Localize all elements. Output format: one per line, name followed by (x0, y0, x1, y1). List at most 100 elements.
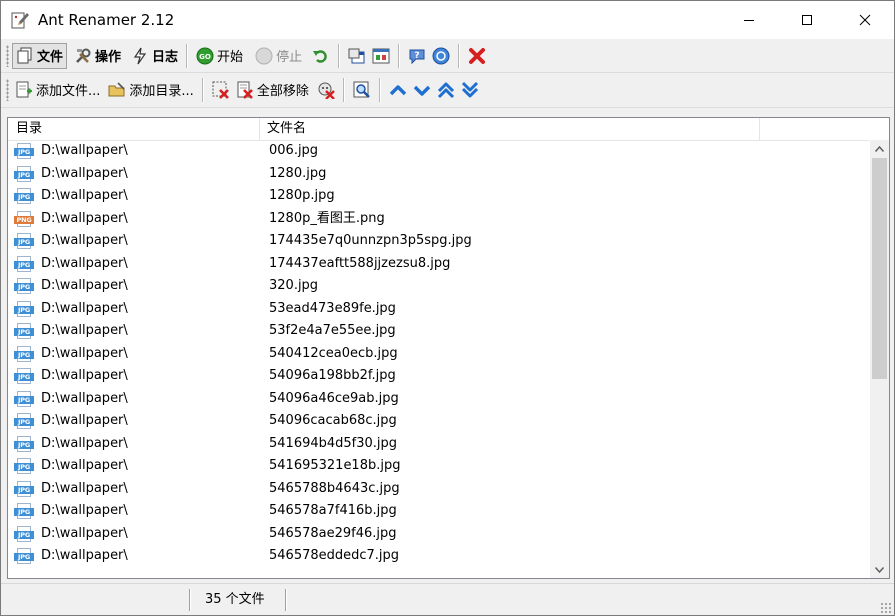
move-bottom-button[interactable] (458, 77, 482, 103)
files-icon (16, 47, 34, 65)
add-file-icon (15, 81, 33, 99)
move-top-button[interactable] (434, 77, 458, 103)
remove-all-button[interactable]: 全部移除 (233, 77, 312, 103)
table-row[interactable]: JPG D:\wallpaper\ 546578eddedc7.jpg (8, 545, 869, 568)
maximize-button[interactable] (778, 1, 836, 39)
table-row[interactable]: JPG D:\wallpaper\ 54096a46ce9ab.jpg (8, 388, 869, 411)
directory-cell: D:\wallpaper\ (41, 278, 128, 293)
remove-selected-button[interactable] (209, 77, 233, 103)
preview-button[interactable] (350, 77, 374, 103)
help-button[interactable]: ? (405, 43, 429, 69)
table-row[interactable]: JPG D:\wallpaper\ 53f2e4a7e55ee.jpg (8, 320, 869, 343)
undo-icon (312, 47, 330, 65)
directory-cell: D:\wallpaper\ (41, 255, 128, 271)
exit-button[interactable] (465, 43, 489, 69)
toolbar-separator (338, 43, 341, 68)
column-header-filename[interactable]: 文件名 (259, 118, 760, 140)
jpg-file-icon: JPG (14, 345, 34, 362)
add-files-button[interactable]: 添加文件... (12, 77, 103, 103)
directory-cell: D:\wallpaper\ (41, 368, 128, 383)
file-type-tag: JPG (14, 395, 34, 404)
table-row[interactable]: JPG D:\wallpaper\ 54096cacab68c.jpg (8, 410, 869, 433)
actions-tab-button[interactable]: 操作 (71, 43, 124, 69)
jpg-file-icon: JPG (14, 143, 34, 159)
file-type-tag: JPG (14, 328, 34, 336)
file-list[interactable]: 目录 文件名 JPG D:\wallpaper\ 006.jpg JPG D:\wall… (7, 117, 890, 579)
table-row[interactable]: JPG D:\wallpaper\ 546578a7f416b.jpg (8, 500, 869, 523)
table-row[interactable]: JPG D:\wallpaper\ 006.jpg (8, 140, 869, 163)
add-folders-button[interactable]: 添加目录... (105, 77, 196, 103)
column-header-directory[interactable]: 目录 (8, 118, 260, 140)
close-button[interactable] (836, 1, 894, 39)
title-bar[interactable]: Ant Renamer 2.12 (1, 1, 894, 39)
minimize-button[interactable] (720, 1, 778, 39)
jpg-file-icon: JPG (14, 413, 34, 429)
table-row[interactable]: JPG D:\wallpaper\ 1280p.jpg (8, 185, 869, 208)
scroll-up-button[interactable] (870, 140, 889, 157)
file-type-tag: JPG (14, 530, 34, 539)
toolbar-separator (378, 77, 381, 102)
table-row[interactable]: JPG D:\wallpaper\ 174437eaftt588jjzezsu8.j… (8, 253, 869, 276)
table-row[interactable]: JPG D:\wallpaper\ 53ead473e89fe.jpg (8, 298, 869, 321)
actions-tab-label: 操作 (95, 50, 122, 65)
table-row[interactable]: PNG D:\wallpaper\ 1280p_看图王.png (8, 208, 869, 231)
table-row[interactable]: JPG D:\wallpaper\ 1280.jpg (8, 163, 869, 186)
file-count-status: 35 个文件 (205, 592, 265, 607)
table-row[interactable]: JPG D:\wallpaper\ 541695321e18b.jpg (8, 455, 869, 478)
chevron-up-icon (389, 81, 407, 99)
table-row[interactable]: JPG D:\wallpaper\ 174435e7q0unnzpn3p5spg.j… (8, 230, 869, 253)
file-type-tag: JPG (14, 463, 34, 471)
jpg-file-icon: JPG (14, 255, 34, 272)
remove-dead-button[interactable] (314, 77, 338, 103)
table-row[interactable]: JPG D:\wallpaper\ 5465788b4643c.jpg (8, 478, 869, 501)
toolbar-separator (458, 43, 461, 68)
tools-icon (74, 47, 92, 65)
toolbar-grip[interactable] (6, 78, 9, 101)
toolbar-separator (398, 43, 401, 68)
window-button[interactable] (345, 43, 369, 69)
directory-cell: D:\wallpaper\ (41, 165, 128, 181)
vertical-scrollbar[interactable] (870, 140, 889, 578)
move-down-button[interactable] (410, 77, 434, 103)
scroll-down-button[interactable] (870, 561, 889, 578)
scrollbar-thumb[interactable] (872, 158, 887, 379)
start-label: 开始 (217, 50, 244, 65)
jpg-file-icon: JPG (14, 435, 34, 452)
list-rows: JPG D:\wallpaper\ 006.jpg JPG D:\wallpaper\ 1… (8, 140, 869, 568)
resize-grip[interactable] (880, 602, 892, 614)
table-row[interactable]: JPG D:\wallpaper\ 54096a198bb2f.jpg (8, 365, 869, 388)
status-divider (285, 589, 287, 611)
about-button[interactable] (429, 43, 453, 69)
undo-button[interactable] (309, 43, 333, 69)
log-tab-button[interactable]: 日志 (128, 43, 181, 69)
status-bar: 35 个文件 (1, 583, 894, 615)
table-row[interactable]: JPG D:\wallpaper\ 541694b4d5f30.jpg (8, 433, 869, 456)
move-up-button[interactable] (386, 77, 410, 103)
toolbar-grip[interactable] (6, 44, 9, 67)
add-folders-label: 添加目录... (129, 84, 194, 99)
filename-cell: 1280p.jpg (269, 188, 335, 203)
table-row[interactable]: JPG D:\wallpaper\ 320.jpg (8, 275, 869, 298)
directory-cell: D:\wallpaper\ (41, 480, 128, 496)
files-tab-label: 文件 (37, 50, 64, 65)
app-window: Ant Renamer 2.12 文件 操作 日志 GO 开始 停止 ? 添加文… (0, 0, 895, 616)
svg-text:?: ? (414, 51, 419, 61)
files-tab-button[interactable]: 文件 (12, 42, 68, 69)
filename-cell: 54096cacab68c.jpg (269, 413, 397, 428)
filename-cell: 541695321e18b.jpg (269, 458, 401, 473)
jpg-file-icon: JPG (14, 188, 34, 204)
stop-button[interactable]: 停止 (252, 43, 305, 69)
filename-cell: 546578ae29f46.jpg (269, 525, 397, 541)
directory-cell: D:\wallpaper\ (41, 503, 128, 518)
options-button[interactable] (369, 43, 393, 69)
filename-cell: 5465788b4643c.jpg (269, 480, 400, 496)
maximize-icon (802, 15, 812, 25)
file-type-tag: JPG (14, 193, 34, 201)
table-row[interactable]: JPG D:\wallpaper\ 540412cea0ecb.jpg (8, 343, 869, 366)
filename-cell: 546578eddedc7.jpg (269, 548, 400, 563)
filename-cell: 53ead473e89fe.jpg (269, 300, 396, 316)
directory-cell: D:\wallpaper\ (41, 188, 128, 203)
table-row[interactable]: JPG D:\wallpaper\ 546578ae29f46.jpg (8, 523, 869, 546)
start-button[interactable]: GO 开始 (193, 43, 246, 69)
list-header: 目录 文件名 (8, 118, 869, 141)
